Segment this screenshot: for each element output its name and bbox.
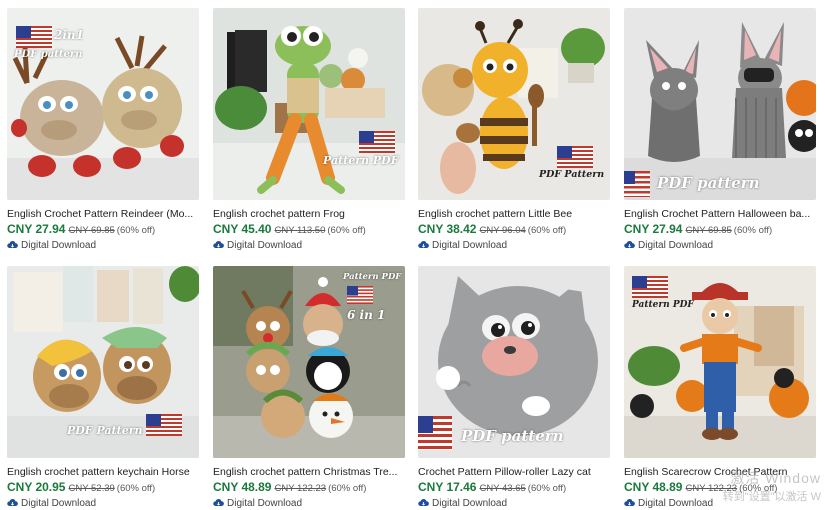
cloud-download-icon <box>624 241 635 248</box>
delivery-info: Digital Download <box>213 239 405 252</box>
badge-text: PDF pattern <box>461 427 564 445</box>
cloud-download-icon <box>7 241 18 248</box>
discount-label: (60% off) <box>116 225 156 236</box>
listing-title[interactable]: English crochet pattern keychain Horse <box>7 466 199 479</box>
us-flag-icon <box>632 276 668 298</box>
discount-label: (60% off) <box>527 483 567 494</box>
sale-price: CNY 27.94 <box>624 222 683 236</box>
badge-text: PDF Pattern <box>539 169 605 180</box>
cloud-download-icon <box>213 241 224 248</box>
us-flag-icon <box>16 26 52 48</box>
listing-image[interactable]: Pattern PDF 6 in 1 <box>213 266 405 458</box>
listing-card[interactable]: 2in1 PDF pattern English Crochet Pattern… <box>7 8 199 252</box>
sale-price: CNY 48.89 <box>624 480 683 494</box>
delivery-label: Digital Download <box>227 240 303 251</box>
listing-image[interactable]: Pattern PDF <box>213 8 405 200</box>
badge-text: Pattern PDF <box>632 300 694 310</box>
sale-price: CNY 27.94 <box>7 222 66 236</box>
discount-label: (60% off) <box>116 483 156 494</box>
original-price: CNY 122.23 <box>274 483 327 494</box>
badge-text: PDF pattern <box>657 174 760 192</box>
price-row: CNY 48.89 CNY 122.23 (60% off) <box>213 480 405 496</box>
listing-card[interactable]: Pattern PDF 6 in 1 English crochet patte… <box>213 266 405 510</box>
us-flag-icon <box>557 146 593 168</box>
us-flag-icon <box>359 131 395 153</box>
delivery-info: Digital Download <box>418 239 610 252</box>
listing-image[interactable]: PDF pattern <box>418 266 610 458</box>
badge-text: PDF Pattern <box>67 424 143 437</box>
listing-card[interactable]: PDF pattern English Crochet Pattern Hall… <box>624 8 816 252</box>
delivery-info: Digital Download <box>624 239 816 252</box>
listing-image[interactable]: PDF pattern <box>624 8 816 200</box>
original-price: CNY 96.04 <box>479 225 526 236</box>
listing-title[interactable]: English crochet pattern Little Bee <box>418 208 610 221</box>
original-price: CNY 113.50 <box>274 225 326 236</box>
price-row: CNY 27.94 CNY 69.85 (60% off) <box>7 222 199 238</box>
delivery-label: Digital Download <box>21 240 97 251</box>
delivery-info: Digital Download <box>213 497 405 510</box>
cloud-download-icon <box>213 499 224 506</box>
activation-watermark: 激活 Window <box>730 470 821 486</box>
us-flag-icon <box>418 416 452 450</box>
sale-price: CNY 38.42 <box>418 222 477 236</box>
sale-price: CNY 20.95 <box>7 480 66 494</box>
original-price: CNY 43.65 <box>479 483 526 494</box>
badge-text: PDF pattern <box>14 49 83 60</box>
listing-card[interactable]: PDF Pattern English crochet pattern Litt… <box>418 8 610 252</box>
listing-title[interactable]: English Crochet Pattern Halloween ba... <box>624 208 816 221</box>
discount-label: (60% off) <box>527 225 567 236</box>
us-flag-icon <box>624 171 650 197</box>
listing-title[interactable]: English crochet pattern Christmas Tre... <box>213 466 405 479</box>
sale-price: CNY 48.89 <box>213 480 272 494</box>
christmas-toys-photo <box>213 266 405 458</box>
frog-photo <box>213 8 405 200</box>
cloud-download-icon <box>624 499 635 506</box>
badge-text: Pattern PDF <box>323 154 399 167</box>
badge-text: 2in1 <box>54 28 84 42</box>
delivery-label: Digital Download <box>432 498 508 509</box>
listing-title[interactable]: English crochet pattern Frog <box>213 208 405 221</box>
listing-card[interactable]: PDF pattern Crochet Pattern Pillow-rolle… <box>418 266 610 510</box>
cloud-download-icon <box>418 241 429 248</box>
original-price: CNY 69.85 <box>68 225 115 236</box>
discount-label: (60% off) <box>327 225 366 236</box>
bat-photo <box>624 8 816 200</box>
delivery-label: Digital Download <box>432 240 508 251</box>
price-row: CNY 20.95 CNY 52.39 (60% off) <box>7 480 199 496</box>
activation-watermark-hint: 转到"设置"以激活 W <box>722 491 821 503</box>
delivery-info: Digital Download <box>7 497 199 510</box>
price-row: CNY 27.94 CNY 69.85 (60% off) <box>624 222 816 238</box>
listing-card[interactable]: Pattern PDF English crochet pattern Frog… <box>213 8 405 252</box>
delivery-label: Digital Download <box>638 240 714 251</box>
original-price: CNY 52.39 <box>68 483 115 494</box>
badge-text: 6 in 1 <box>347 308 386 322</box>
delivery-info: Digital Download <box>7 239 199 252</box>
cloud-download-icon <box>418 499 429 506</box>
delivery-info: Digital Download <box>418 497 610 510</box>
original-price: CNY 69.85 <box>685 225 732 236</box>
listing-title[interactable]: Crochet Pattern Pillow-roller Lazy cat <box>418 466 610 479</box>
listing-image[interactable]: PDF Pattern <box>418 8 610 200</box>
sale-price: CNY 17.46 <box>418 480 477 494</box>
listing-card[interactable]: PDF Pattern English crochet pattern keyc… <box>7 266 199 510</box>
sale-price: CNY 45.40 <box>213 222 272 236</box>
discount-label: (60% off) <box>328 483 367 494</box>
cloud-download-icon <box>7 499 18 506</box>
listing-image[interactable]: 2in1 PDF pattern <box>7 8 199 200</box>
delivery-label: Digital Download <box>21 498 97 509</box>
listing-image[interactable]: PDF Pattern <box>7 266 199 458</box>
listing-grid: 2in1 PDF pattern English Crochet Pattern… <box>0 0 825 510</box>
us-flag-icon <box>146 414 182 436</box>
listing-title[interactable]: English Crochet Pattern Reindeer (Mo... <box>7 208 199 221</box>
listing-image[interactable]: Pattern PDF <box>624 266 816 458</box>
price-row: CNY 38.42 CNY 96.04 (60% off) <box>418 222 610 238</box>
delivery-label: Digital Download <box>638 498 714 509</box>
discount-label: (60% off) <box>733 225 773 236</box>
price-row: CNY 17.46 CNY 43.65 (60% off) <box>418 480 610 496</box>
badge-text: Pattern PDF <box>343 272 402 282</box>
price-row: CNY 45.40 CNY 113.50 (60% off) <box>213 222 405 238</box>
us-flag-icon <box>347 286 373 304</box>
delivery-label: Digital Download <box>227 498 303 509</box>
